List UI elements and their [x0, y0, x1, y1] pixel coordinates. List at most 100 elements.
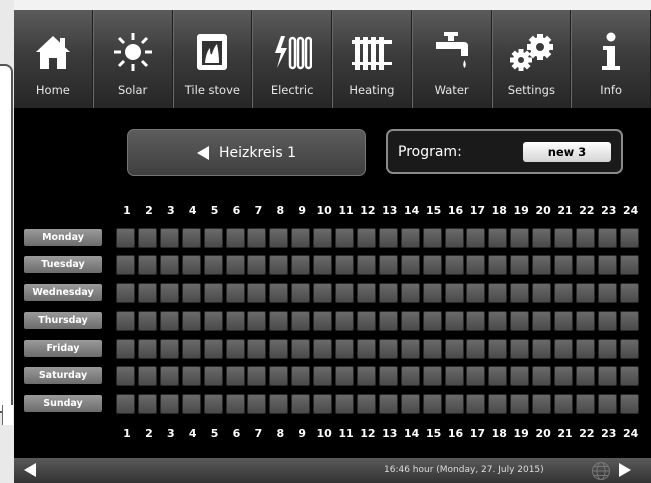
hour-slot[interactable]	[225, 366, 245, 386]
hour-slot[interactable]	[488, 283, 508, 303]
hour-slot[interactable]	[422, 311, 442, 331]
hour-slot[interactable]	[575, 366, 595, 386]
hour-slot[interactable]	[269, 283, 289, 303]
hour-slot[interactable]	[203, 255, 223, 275]
hour-slot[interactable]	[466, 339, 486, 359]
hour-slot[interactable]	[575, 394, 595, 414]
hour-slot[interactable]	[335, 283, 354, 303]
hour-slot[interactable]	[400, 311, 420, 331]
hour-slot[interactable]	[313, 255, 333, 275]
nav-water[interactable]: Water	[411, 10, 492, 108]
hour-slot[interactable]	[159, 339, 179, 359]
hour-slot[interactable]	[378, 283, 398, 303]
hour-slot[interactable]	[291, 255, 311, 275]
hour-slot[interactable]	[181, 228, 201, 248]
hour-slot[interactable]	[510, 283, 530, 303]
hour-slot[interactable]	[422, 255, 442, 275]
hour-slot[interactable]	[466, 366, 486, 386]
hour-slot[interactable]	[356, 283, 376, 303]
nav-tile-stove[interactable]: Tile stove	[172, 10, 253, 108]
hour-slot[interactable]	[532, 283, 552, 303]
nav-settings[interactable]: Settings	[491, 10, 572, 108]
nav-electric[interactable]: Electric	[252, 10, 332, 108]
hour-slot[interactable]	[510, 255, 530, 275]
hour-slot[interactable]	[313, 311, 333, 331]
hour-slot[interactable]	[400, 339, 420, 359]
hour-slot[interactable]	[137, 366, 157, 386]
hour-slot[interactable]	[269, 394, 289, 414]
hour-slot[interactable]	[335, 366, 354, 386]
hour-slot[interactable]	[510, 394, 530, 414]
hour-slot[interactable]	[378, 339, 398, 359]
hour-slot[interactable]	[269, 366, 289, 386]
hour-slot[interactable]	[291, 311, 311, 331]
hour-slot[interactable]	[619, 394, 639, 414]
hour-slot[interactable]	[488, 311, 508, 331]
hour-slot[interactable]	[116, 255, 135, 275]
hour-slot[interactable]	[619, 228, 639, 248]
hour-slot[interactable]	[400, 394, 420, 414]
hour-slot[interactable]	[159, 255, 179, 275]
hour-slot[interactable]	[488, 339, 508, 359]
hour-slot[interactable]	[225, 311, 245, 331]
hour-slot[interactable]	[422, 228, 442, 248]
hour-slot[interactable]	[269, 228, 289, 248]
hour-slot[interactable]	[488, 394, 508, 414]
hour-slot[interactable]	[335, 311, 354, 331]
hour-slot[interactable]	[356, 339, 376, 359]
hour-slot[interactable]	[444, 228, 464, 248]
hour-slot[interactable]	[247, 228, 267, 248]
nav-solar[interactable]: Solar	[92, 10, 173, 108]
hour-slot[interactable]	[313, 283, 333, 303]
hour-slot[interactable]	[378, 311, 398, 331]
hour-slot[interactable]	[181, 311, 201, 331]
hour-slot[interactable]	[225, 228, 245, 248]
hour-slot[interactable]	[269, 339, 289, 359]
hour-slot[interactable]	[532, 311, 552, 331]
hour-slot[interactable]	[335, 339, 354, 359]
hour-slot[interactable]	[356, 311, 376, 331]
hour-slot[interactable]	[422, 283, 442, 303]
hour-slot[interactable]	[554, 255, 573, 275]
hour-slot[interactable]	[116, 339, 135, 359]
hour-slot[interactable]	[444, 283, 464, 303]
hour-slot[interactable]	[203, 394, 223, 414]
hour-slot[interactable]	[356, 394, 376, 414]
hour-slot[interactable]	[203, 228, 223, 248]
hour-slot[interactable]	[532, 255, 552, 275]
hour-slot[interactable]	[116, 283, 135, 303]
hour-slot[interactable]	[291, 394, 311, 414]
hour-slot[interactable]	[335, 255, 354, 275]
hour-slot[interactable]	[181, 339, 201, 359]
hour-slot[interactable]	[554, 366, 573, 386]
hour-slot[interactable]	[532, 228, 552, 248]
heating-circuit-button[interactable]: Heizkreis 1	[127, 129, 366, 176]
hour-slot[interactable]	[444, 339, 464, 359]
hour-slot[interactable]	[597, 228, 617, 248]
nav-home[interactable]: Home	[14, 10, 93, 108]
hour-slot[interactable]	[378, 228, 398, 248]
hour-slot[interactable]	[619, 366, 639, 386]
hour-slot[interactable]	[597, 255, 617, 275]
hour-slot[interactable]	[247, 255, 267, 275]
hour-slot[interactable]	[291, 339, 311, 359]
hour-slot[interactable]	[247, 311, 267, 331]
hour-slot[interactable]	[554, 283, 573, 303]
hour-slot[interactable]	[575, 228, 595, 248]
hour-slot[interactable]	[400, 283, 420, 303]
hour-slot[interactable]	[291, 366, 311, 386]
hour-slot[interactable]	[466, 228, 486, 248]
hour-slot[interactable]	[619, 311, 639, 331]
hour-slot[interactable]	[356, 228, 376, 248]
hour-slot[interactable]	[597, 366, 617, 386]
hour-slot[interactable]	[575, 283, 595, 303]
hour-slot[interactable]	[181, 366, 201, 386]
hour-slot[interactable]	[356, 366, 376, 386]
hour-slot[interactable]	[225, 283, 245, 303]
hour-slot[interactable]	[203, 311, 223, 331]
hour-slot[interactable]	[203, 283, 223, 303]
hour-slot[interactable]	[444, 366, 464, 386]
hour-slot[interactable]	[356, 255, 376, 275]
hour-slot[interactable]	[159, 283, 179, 303]
hour-slot[interactable]	[247, 283, 267, 303]
